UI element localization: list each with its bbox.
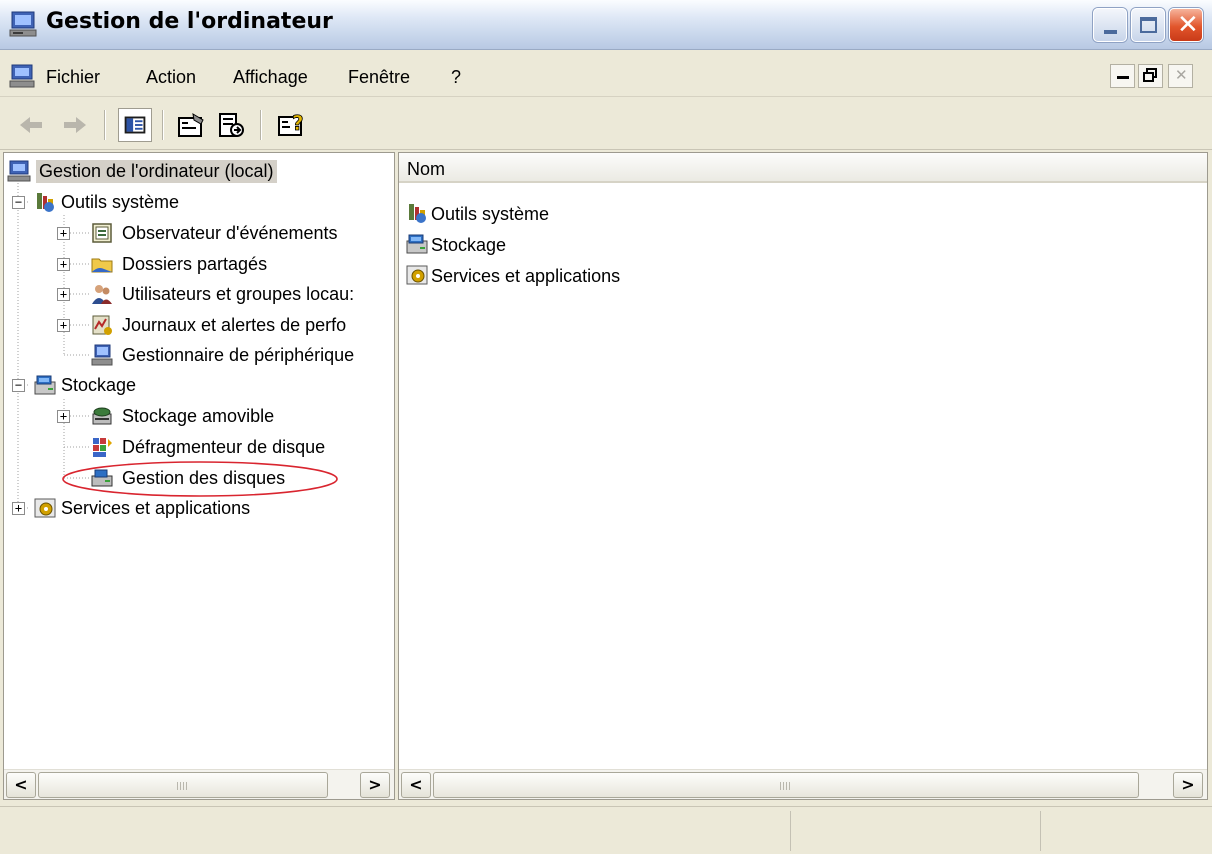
tree-node-stockage-amovible[interactable]: + Stockage amovible [4, 401, 396, 431]
menu-bar: Fichier Action Affichage Fenêtre ? ✕ [0, 55, 1212, 97]
tree-label: Gestion de l'ordinateur (local) [36, 160, 277, 183]
toolbar: ? [0, 100, 1212, 150]
toolbar-separator [162, 110, 164, 140]
grip-icon [780, 782, 792, 790]
system-tools-icon [409, 204, 426, 223]
expand-icon[interactable]: + [57, 319, 70, 332]
collapse-icon[interactable]: − [12, 196, 25, 209]
console-tree-pane[interactable]: Gestion de l'ordinateur (local) − Outils… [3, 152, 395, 800]
collapse-icon[interactable]: − [12, 379, 25, 392]
computer-management-window: Gestion de l'ordinateur ✕ Fichier Action… [0, 0, 1212, 854]
tree-label: Observateur d'événements [122, 223, 338, 243]
scroll-left-button[interactable]: < [6, 772, 36, 798]
expand-icon[interactable]: + [57, 258, 70, 271]
computer-management-icon [9, 11, 37, 37]
tree-label: Stockage [61, 375, 137, 395]
scroll-right-button[interactable]: > [1173, 772, 1203, 798]
mdi-close-button[interactable]: ✕ [1168, 64, 1193, 88]
expand-icon[interactable]: + [57, 227, 70, 240]
list-item-label: Services et applications [431, 266, 621, 286]
title-bar[interactable]: Gestion de l'ordinateur ✕ [0, 0, 1212, 50]
minimize-icon [1117, 76, 1129, 79]
window-title: Gestion de l'ordinateur [46, 9, 333, 34]
tree-node-defragmenteur[interactable]: Défragmenteur de disque [4, 432, 396, 462]
expand-icon[interactable]: + [57, 288, 70, 301]
menu-action[interactable]: Action [146, 67, 196, 88]
system-menu-icon[interactable] [8, 63, 36, 89]
users-groups-icon [92, 285, 112, 304]
properties-icon[interactable] [174, 108, 208, 142]
help-icon[interactable]: ? [274, 108, 308, 142]
list-item-label: Stockage [431, 235, 507, 255]
maximize-button[interactable] [1131, 8, 1165, 42]
storage-icon [34, 375, 56, 395]
close-icon: ✕ [1175, 66, 1188, 84]
toolbar-separator [104, 110, 106, 140]
services-applications-icon [34, 498, 56, 518]
svg-text:?: ? [292, 111, 304, 135]
tree-node-utilisateurs[interactable]: + Utilisateurs et groupes locau: [4, 279, 396, 309]
tree-label: Journaux et alertes de perfo [122, 315, 347, 335]
event-viewer-icon [92, 223, 112, 243]
scroll-left-button[interactable]: < [401, 772, 431, 798]
services-applications-icon [406, 265, 428, 285]
menu-fenetre[interactable]: Fenêtre [348, 67, 410, 88]
expand-icon[interactable]: + [12, 502, 25, 515]
device-manager-icon [91, 344, 113, 366]
menu-help[interactable]: ? [451, 67, 461, 88]
left-horizontal-scrollbar[interactable]: < > [4, 769, 394, 799]
tree-node-dossiers-partages[interactable]: + Dossiers partagés [4, 249, 396, 279]
status-cell [1040, 811, 1208, 851]
column-header-nom[interactable]: Nom [399, 153, 1207, 183]
column-header-label: Nom [407, 159, 446, 179]
minimize-button[interactable] [1093, 8, 1127, 42]
tree-node-observateur[interactable]: + Observateur d'événements [4, 218, 396, 248]
mdi-controls: ✕ [1110, 64, 1198, 88]
tree-label: Utilisateurs et groupes locau: [122, 284, 355, 304]
tree-label: Stockage amovible [122, 406, 275, 426]
expand-icon[interactable]: + [57, 410, 70, 423]
menu-fichier[interactable]: Fichier [46, 67, 100, 88]
grip-icon [177, 782, 189, 790]
toolbar-separator [260, 110, 262, 140]
export-list-icon[interactable] [214, 108, 248, 142]
list-item-label: Outils système [431, 204, 550, 224]
tree-node-root[interactable]: Gestion de l'ordinateur (local) [4, 157, 396, 187]
tree-node-stockage[interactable]: − Stockage [4, 370, 396, 400]
shared-folder-icon [91, 258, 113, 273]
forward-arrow-icon[interactable] [58, 108, 92, 142]
system-tools-icon [37, 193, 54, 212]
defragmenter-icon [93, 438, 112, 457]
status-cell [790, 811, 1040, 851]
close-button[interactable]: ✕ [1169, 8, 1203, 42]
tree-label: Dossiers partagés [122, 254, 268, 274]
mdi-minimize-button[interactable] [1110, 64, 1135, 88]
minimize-icon [1104, 30, 1117, 34]
tree-label: Défragmenteur de disque [122, 437, 326, 457]
removable-storage-icon [92, 407, 112, 425]
tree-label: Services et applications [61, 498, 251, 518]
result-list-pane[interactable]: Nom Outils système Stockage Services et … [398, 152, 1208, 800]
maximize-icon [1140, 17, 1157, 33]
tree-node-outils-systeme[interactable]: − Outils système [4, 187, 396, 217]
scroll-right-button[interactable]: > [360, 772, 390, 798]
tree-label: Outils système [61, 192, 180, 212]
menu-affichage[interactable]: Affichage [233, 67, 308, 88]
storage-icon [406, 234, 428, 254]
mdi-restore-button[interactable] [1138, 64, 1163, 88]
scroll-thumb[interactable] [433, 772, 1139, 798]
show-hide-tree-icon[interactable] [118, 108, 152, 142]
tree-node-services[interactable]: + Services et applications [4, 493, 396, 523]
tree-node-gestionnaire[interactable]: Gestionnaire de périphérique [4, 340, 396, 370]
tree-label: Gestionnaire de périphérique [122, 345, 355, 365]
scroll-thumb[interactable] [38, 772, 328, 798]
computer-icon [7, 160, 31, 182]
right-horizontal-scrollbar[interactable]: < > [399, 769, 1207, 799]
back-arrow-icon[interactable] [14, 108, 48, 142]
restore-icon [1143, 68, 1157, 82]
performance-logs-icon [92, 315, 112, 335]
close-icon: ✕ [1177, 10, 1199, 40]
status-bar [0, 806, 1212, 854]
tree-node-journaux[interactable]: + Journaux et alertes de perfo [4, 310, 396, 340]
